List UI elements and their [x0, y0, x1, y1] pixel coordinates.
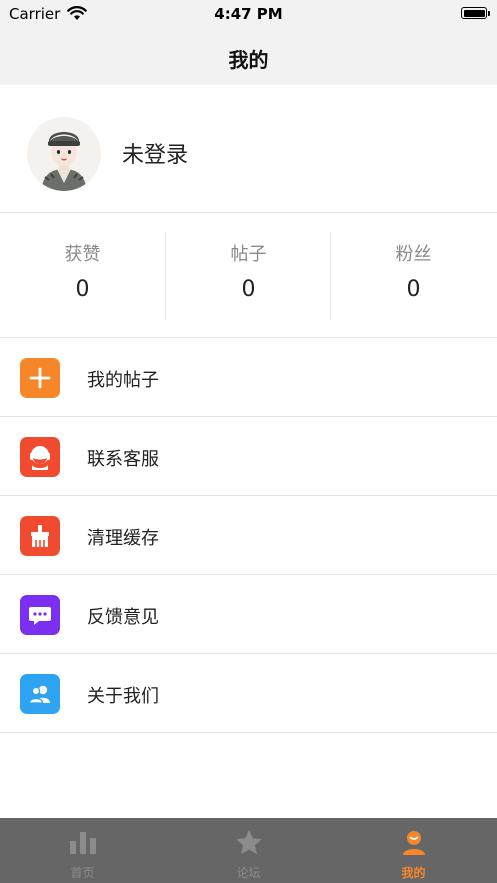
- tab-label: 首页: [70, 866, 95, 880]
- stat-likes[interactable]: 获赞 0: [0, 213, 165, 337]
- person-icon: [331, 829, 496, 857]
- battery-cap: [488, 11, 490, 16]
- users-icon: [20, 674, 60, 714]
- menu-item-feedback[interactable]: 反馈意见: [0, 575, 497, 654]
- stat-label: 获赞: [64, 244, 101, 265]
- chat-bubble-icon: [20, 595, 60, 635]
- tab-bar: 首页 论坛 我的: [0, 818, 497, 883]
- tab-forum[interactable]: 论坛: [166, 818, 331, 883]
- stat-followers[interactable]: 粉丝 0: [331, 213, 496, 337]
- menu-item-my-posts[interactable]: 我的帖子: [0, 338, 497, 417]
- battery-icon: [461, 7, 487, 19]
- avatar-illustration: [41, 132, 87, 191]
- settings-menu: 我的帖子 联系客服 清理缓存 反馈意见 关于我们: [0, 338, 497, 733]
- profile-header[interactable]: 未登录: [0, 85, 497, 213]
- stats-row: 获赞 0 帖子 0 粉丝 0: [0, 213, 497, 338]
- menu-item-customer-service[interactable]: 联系客服: [0, 417, 497, 496]
- tab-label: 论坛: [236, 866, 261, 880]
- menu-item-label: 我的帖子: [87, 370, 159, 391]
- avatar[interactable]: [27, 117, 101, 191]
- stat-label: 粉丝: [395, 244, 432, 265]
- plus-icon: [20, 358, 60, 398]
- broom-icon: [20, 516, 60, 556]
- menu-item-label: 联系客服: [87, 449, 159, 470]
- customer-service-icon: [20, 437, 60, 477]
- menu-item-clear-cache[interactable]: 清理缓存: [0, 496, 497, 575]
- menu-item-label: 反馈意见: [87, 607, 159, 628]
- navigation-bar: 我的: [0, 28, 497, 85]
- clock-time: 4:47 PM: [214, 5, 283, 23]
- tab-label: 我的: [401, 866, 426, 880]
- stat-posts[interactable]: 帖子 0: [166, 213, 331, 337]
- menu-item-label: 关于我们: [87, 686, 159, 707]
- stat-label: 帖子: [230, 244, 267, 265]
- stat-value: 0: [75, 277, 90, 302]
- stat-value: 0: [241, 277, 256, 302]
- menu-item-about-us[interactable]: 关于我们: [0, 654, 497, 733]
- bar-chart-icon: [0, 829, 165, 857]
- stat-value: 0: [406, 277, 421, 302]
- login-status-label[interactable]: 未登录: [122, 137, 188, 169]
- tab-home[interactable]: 首页: [0, 818, 165, 883]
- menu-item-label: 清理缓存: [87, 528, 159, 549]
- status-bar: Carrier 4:47 PM: [0, 0, 497, 28]
- page-title: 我的: [228, 48, 269, 72]
- tab-mine[interactable]: 我的: [331, 818, 496, 883]
- star-icon: [166, 829, 331, 857]
